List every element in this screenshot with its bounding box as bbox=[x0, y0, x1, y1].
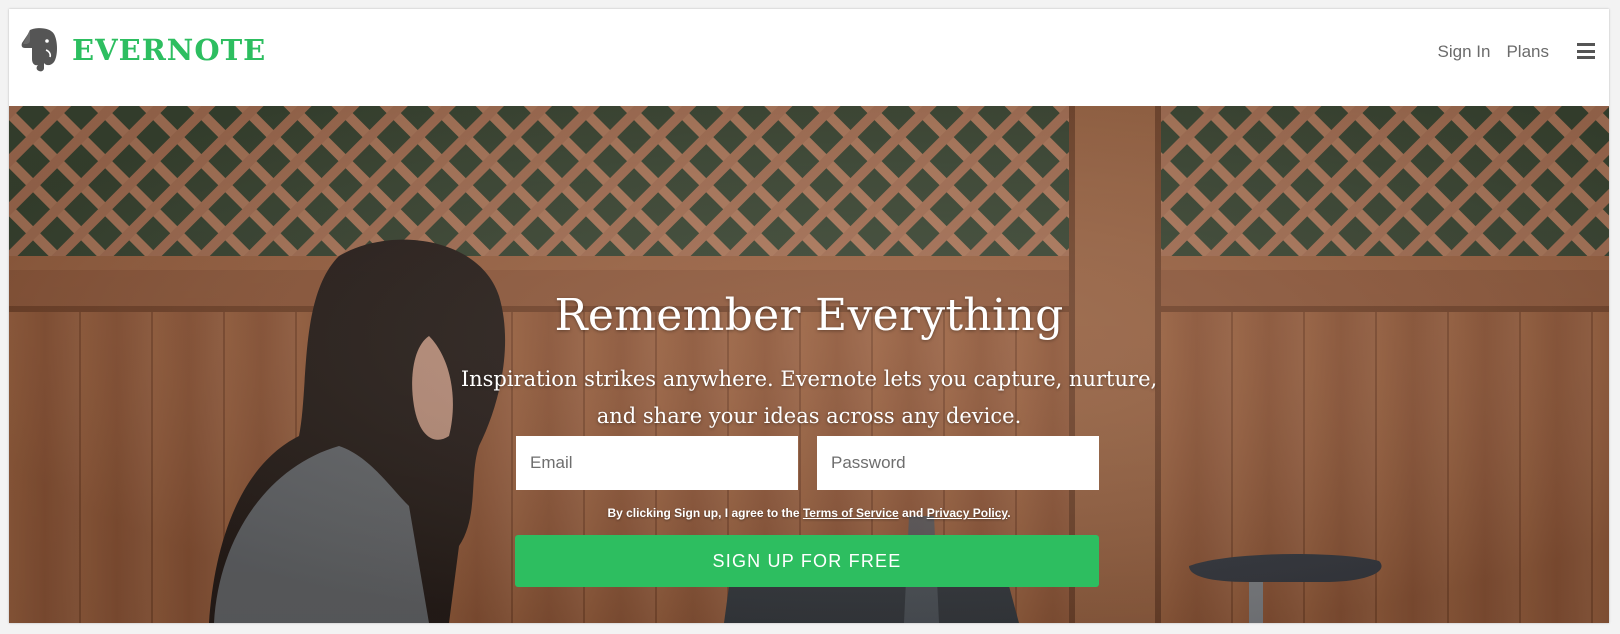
hero-subhead: Inspiration strikes anywhere. Evernote l… bbox=[460, 367, 1158, 428]
email-input[interactable] bbox=[516, 436, 798, 490]
terms-notice: By clicking Sign up, I agree to the Term… bbox=[9, 506, 1609, 520]
browser-page: EVERNOTE Sign In Plans Remember Everythi… bbox=[9, 9, 1609, 623]
signup-panel: Remember Everything Inspiration strikes … bbox=[9, 106, 1609, 623]
hero-headline: Remember Everything bbox=[554, 290, 1064, 341]
plans-link[interactable]: Plans bbox=[1506, 42, 1549, 62]
site-header: EVERNOTE Sign In Plans bbox=[9, 9, 1609, 106]
logo-wordmark: EVERNOTE bbox=[72, 33, 267, 67]
terms-prefix: By clicking Sign up, I agree to the bbox=[607, 506, 800, 520]
terms-and: and bbox=[902, 506, 924, 520]
hero-section: Remember Everything Inspiration strikes … bbox=[9, 106, 1609, 623]
sign-up-button[interactable]: SIGN UP FOR FREE bbox=[515, 535, 1099, 587]
header-nav: Sign In Plans bbox=[1422, 42, 1549, 62]
hamburger-menu-icon[interactable] bbox=[1577, 43, 1595, 59]
password-input[interactable] bbox=[817, 436, 1099, 490]
terms-suffix: . bbox=[1007, 506, 1011, 520]
terms-of-service-link[interactable]: Terms of Service bbox=[803, 506, 899, 520]
evernote-logo[interactable]: EVERNOTE bbox=[20, 26, 266, 74]
sign-in-link[interactable]: Sign In bbox=[1438, 42, 1491, 62]
privacy-policy-link[interactable]: Privacy Policy bbox=[927, 506, 1008, 520]
elephant-icon bbox=[20, 26, 60, 74]
